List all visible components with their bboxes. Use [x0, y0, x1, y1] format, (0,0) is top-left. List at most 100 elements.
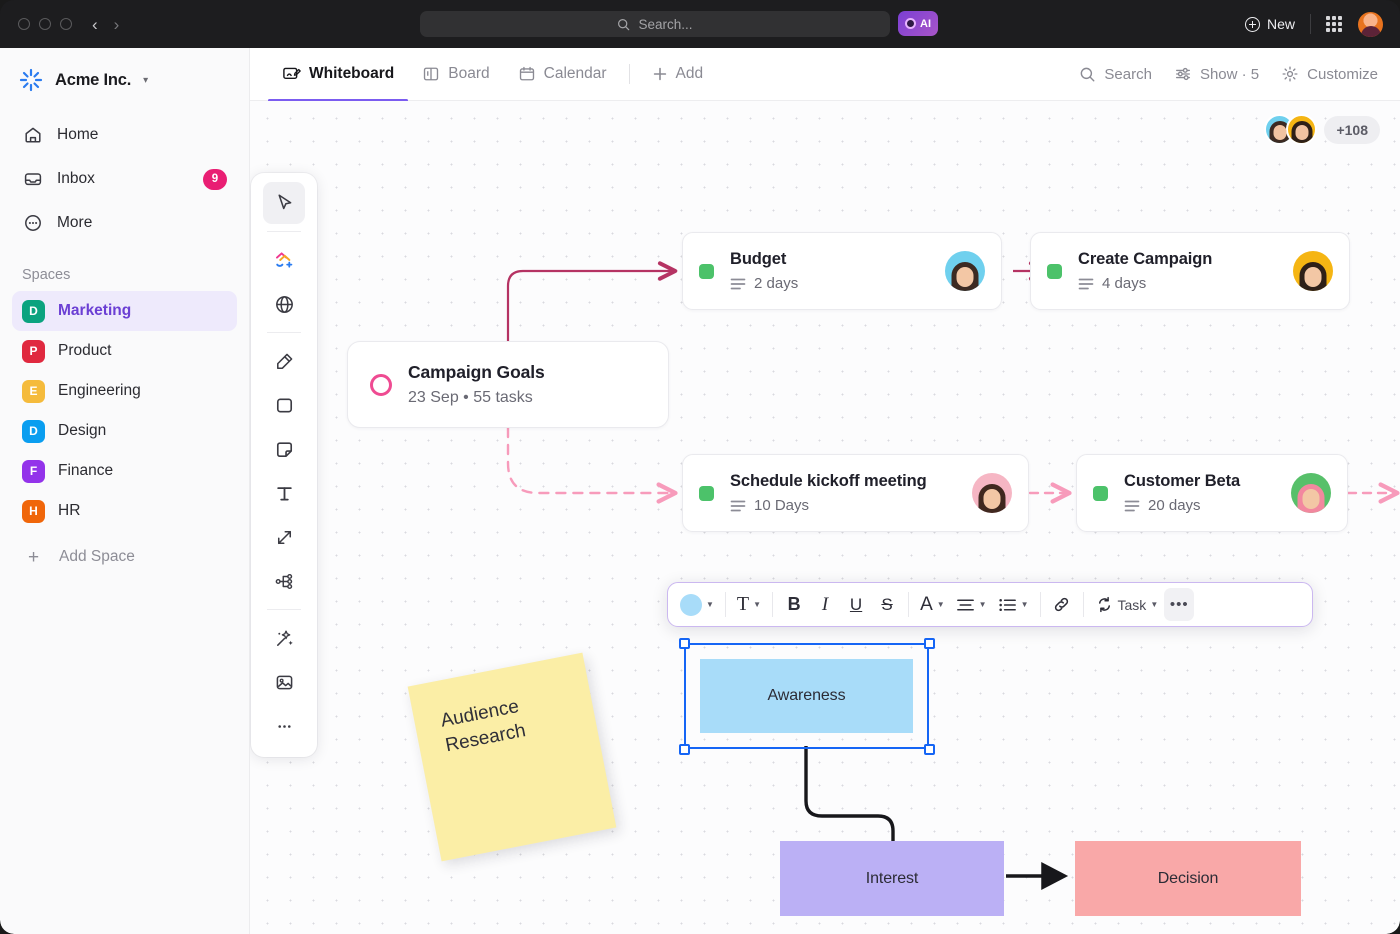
chevron-down-icon: ▾	[143, 74, 149, 86]
new-button-label: New	[1266, 16, 1295, 32]
ai-button[interactable]: AI	[898, 11, 938, 36]
window-controls[interactable]	[18, 18, 72, 30]
add-space-button[interactable]: + Add Space	[12, 537, 237, 577]
select-tool[interactable]	[263, 182, 305, 224]
strikethrough-button[interactable]: S	[872, 588, 902, 621]
sticky-note-tool[interactable]	[263, 428, 305, 470]
new-button[interactable]: New	[1244, 16, 1295, 32]
connector-tool[interactable]	[263, 516, 305, 558]
underline-label: U	[849, 594, 863, 614]
divider	[1310, 14, 1311, 34]
globe-tool[interactable]	[263, 283, 305, 325]
resize-handle-tr[interactable]	[924, 638, 935, 649]
close-button[interactable]	[18, 18, 30, 30]
whiteboard-canvas[interactable]: +108 Campaign Goals 23 Sep • 55 tasks Bu…	[250, 101, 1400, 934]
show-filters-button[interactable]: Show · 5	[1174, 65, 1259, 83]
customize-button[interactable]: Customize	[1281, 65, 1378, 83]
task-card-kickoff[interactable]: Schedule kickoff meeting 10 Days	[682, 454, 1029, 532]
sidebar-item-label: Home	[57, 126, 99, 143]
topbar-right-actions: New	[1244, 0, 1384, 48]
italic-button[interactable]: I	[810, 588, 840, 621]
chevron-down-icon: ▼	[1020, 600, 1029, 609]
divider	[267, 231, 301, 232]
task-card-customer-beta[interactable]: Customer Beta 20 days	[1076, 454, 1348, 532]
maximize-button[interactable]	[60, 18, 72, 30]
apps-grid-icon[interactable]	[1326, 16, 1342, 32]
status-badge	[699, 263, 714, 279]
image-tool[interactable]	[263, 661, 305, 703]
nav-arrows[interactable]: ‹ ›	[92, 16, 119, 33]
text-style-button[interactable]: T ▼	[732, 588, 766, 621]
sidebar-item-home[interactable]: Home	[12, 113, 237, 157]
tab-whiteboard[interactable]: Whiteboard	[268, 48, 409, 102]
flow-shape-decision[interactable]: Decision	[1075, 841, 1301, 916]
spaces-section-label: Spaces	[22, 267, 71, 283]
pen-tool[interactable]	[263, 340, 305, 382]
sidebar-item-design[interactable]: D Design	[12, 411, 237, 451]
user-avatar[interactable]	[1357, 10, 1384, 38]
sidebar-item-product[interactable]: P Product	[12, 331, 237, 371]
sticky-note-icon	[276, 441, 292, 457]
sticky-note-audience-research[interactable]: Audience Research	[407, 652, 617, 862]
task-title: Create Campaign	[1078, 250, 1213, 268]
convert-to-task-button[interactable]: Task ▼	[1090, 588, 1164, 621]
tab-add[interactable]: Add	[638, 48, 718, 101]
workspace-switcher[interactable]: Acme Inc. ▾	[0, 48, 249, 93]
mindmap-tool[interactable]	[263, 560, 305, 602]
resize-handle-bl[interactable]	[679, 744, 690, 755]
underline-button[interactable]: U	[841, 588, 871, 621]
more-dots-icon	[277, 724, 291, 728]
format-more-button[interactable]: •••	[1164, 588, 1195, 621]
list-button[interactable]: ▼	[993, 588, 1034, 621]
flow-shape-label: Decision	[1157, 869, 1219, 887]
task-card-budget[interactable]: Budget 2 days	[682, 232, 1002, 310]
shapes-add-tool[interactable]	[263, 239, 305, 281]
resize-handle-br[interactable]	[924, 744, 935, 755]
sidebar-item-hr[interactable]: H HR	[12, 491, 237, 531]
sidebar-item-more[interactable]: More	[12, 201, 237, 245]
tab-calendar[interactable]: Calendar	[504, 48, 621, 101]
sidebar-item-inbox[interactable]: Inbox 9	[12, 157, 237, 201]
flow-shape-interest[interactable]: Interest	[780, 841, 1004, 916]
avatar[interactable]	[972, 473, 1012, 513]
avatar[interactable]	[1291, 473, 1331, 513]
goal-card-title: Campaign Goals	[408, 362, 545, 382]
board-search-button[interactable]: Search	[1079, 66, 1152, 83]
align-icon	[956, 598, 974, 611]
rectangle-tool[interactable]	[263, 384, 305, 426]
workspace-logo-icon	[19, 68, 43, 92]
space-label: HR	[58, 502, 81, 519]
forward-button[interactable]: ›	[114, 16, 120, 33]
campaign-goals-card[interactable]: Campaign Goals 23 Sep • 55 tasks	[347, 341, 669, 428]
font-color-button[interactable]: A ▼	[915, 588, 950, 621]
search-placeholder-text: Search...	[638, 16, 693, 32]
avatar[interactable]	[1293, 251, 1333, 291]
bold-button[interactable]: B	[779, 588, 809, 621]
sidebar-item-engineering[interactable]: E Engineering	[12, 371, 237, 411]
duration-lines-icon	[1078, 278, 1094, 289]
main-content: Whiteboard Board Calendar Add Search Sho…	[250, 48, 1400, 934]
global-search-input[interactable]: Search...	[420, 11, 890, 37]
task-card-create-campaign[interactable]: Create Campaign 4 days	[1030, 232, 1350, 310]
sidebar-item-marketing[interactable]: D Marketing	[12, 291, 237, 331]
collaborator-overflow-count[interactable]: +108	[1324, 115, 1380, 144]
avatar[interactable]	[945, 251, 985, 291]
cursor-icon	[277, 193, 291, 209]
task-title: Customer Beta	[1124, 472, 1241, 490]
app-window: ‹ › Search... AI New Acme Inc. ▾ Home In…	[0, 0, 1400, 934]
ai-magic-tool[interactable]	[263, 617, 305, 659]
fill-color-button[interactable]: ▼	[675, 588, 719, 621]
task-card-text: Customer Beta 20 days	[1124, 472, 1291, 514]
sidebar-item-finance[interactable]: F Finance	[12, 451, 237, 491]
more-tools-button[interactable]	[263, 705, 305, 747]
tab-label: Add	[675, 65, 704, 82]
whiteboard-icon	[283, 67, 301, 79]
resize-handle-tl[interactable]	[679, 638, 690, 649]
text-tool[interactable]	[263, 472, 305, 514]
avatar[interactable]	[1286, 114, 1318, 145]
back-button[interactable]: ‹	[92, 16, 98, 33]
align-button[interactable]: ▼	[951, 588, 992, 621]
link-button[interactable]	[1047, 588, 1077, 621]
minimize-button[interactable]	[39, 18, 51, 30]
tab-board[interactable]: Board	[408, 48, 503, 101]
